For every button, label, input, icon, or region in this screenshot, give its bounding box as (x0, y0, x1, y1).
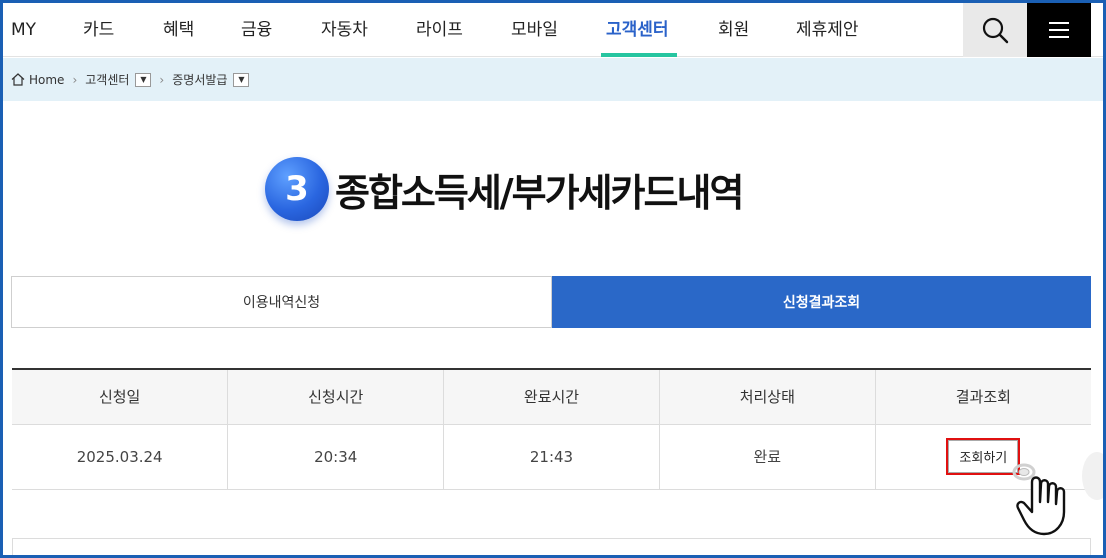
column-header: 완료시간 (443, 369, 660, 425)
hamburger-menu-icon (1049, 22, 1069, 38)
caret-down-icon[interactable]: ▼ (135, 72, 152, 87)
search-button[interactable] (963, 3, 1027, 57)
table-row: 2025.03.24 20:34 21:43 완료 조회하기 (12, 424, 1091, 490)
floating-side-button[interactable] (1082, 452, 1106, 500)
column-header: 처리상태 (658, 369, 876, 425)
breadcrumb-level2-label[interactable]: 증명서발급 (172, 71, 227, 88)
column-header: 신청일 (12, 369, 228, 425)
nav-item-member[interactable]: 회원 (718, 3, 749, 57)
nav-item-customer-center[interactable]: 고객센터 (606, 3, 669, 57)
column-header: 신청시간 (227, 369, 444, 425)
nav-item-card[interactable]: 카드 (83, 3, 114, 57)
top-navigation: MY 카드 혜택 금융 자동차 라이프 모바일 고객센터 회원 제휴제안 (3, 3, 1103, 57)
chevron-right-icon: › (72, 72, 78, 87)
nav-item-partnership[interactable]: 제휴제안 (796, 3, 859, 57)
menu-button[interactable] (1027, 3, 1091, 57)
caret-down-icon[interactable]: ▼ (233, 72, 250, 87)
nav-item-life[interactable]: 라이프 (416, 3, 463, 57)
tab-bar: 이용내역신청 신청결과조회 (11, 276, 1091, 328)
status-cell: 완료 (658, 424, 876, 490)
search-icon (982, 17, 1009, 44)
breadcrumb-home-label: Home (29, 72, 65, 87)
active-nav-underline (601, 53, 677, 57)
complete-time-cell: 21:43 (443, 424, 660, 490)
table-header-row: 신청일 신청시간 완료시간 처리상태 결과조회 (12, 369, 1091, 425)
nav-item-auto[interactable]: 자동차 (321, 3, 368, 57)
step-number-badge: 3 (265, 157, 329, 221)
tab-result-inquiry[interactable]: 신청결과조회 (552, 276, 1091, 328)
nav-item-my[interactable]: MY (11, 3, 36, 57)
content-box (12, 538, 1091, 558)
column-header: 결과조회 (874, 369, 1091, 425)
nav-item-mobile[interactable]: 모바일 (511, 3, 558, 57)
page-title: 종합소득세/부가세카드내역 (335, 170, 744, 215)
breadcrumb: Home › 고객센터 ▼ › 증명서발급 ▼ (3, 58, 1103, 101)
tab-usage-request[interactable]: 이용내역신청 (11, 276, 552, 328)
home-icon (11, 73, 25, 86)
breadcrumb-level2: 증명서발급 ▼ (172, 71, 250, 88)
nav-item-benefits[interactable]: 혜택 (163, 3, 194, 57)
view-result-button[interactable]: 조회하기 (946, 438, 1021, 475)
breadcrumb-level1-label[interactable]: 고객센터 (85, 71, 129, 88)
page-heading: 3 종합소득세/부가세카드내역 (265, 155, 744, 223)
request-date-cell: 2025.03.24 (12, 424, 228, 490)
result-table: 신청일 신청시간 완료시간 처리상태 결과조회 2025.03.24 20:34… (12, 368, 1091, 490)
request-time-cell: 20:34 (227, 424, 444, 490)
action-cell: 조회하기 (874, 424, 1091, 490)
nav-item-finance[interactable]: 금융 (241, 3, 272, 57)
breadcrumb-home[interactable]: Home (11, 73, 64, 87)
breadcrumb-level1: 고객센터 ▼ (85, 71, 152, 88)
chevron-right-icon: › (159, 72, 165, 87)
